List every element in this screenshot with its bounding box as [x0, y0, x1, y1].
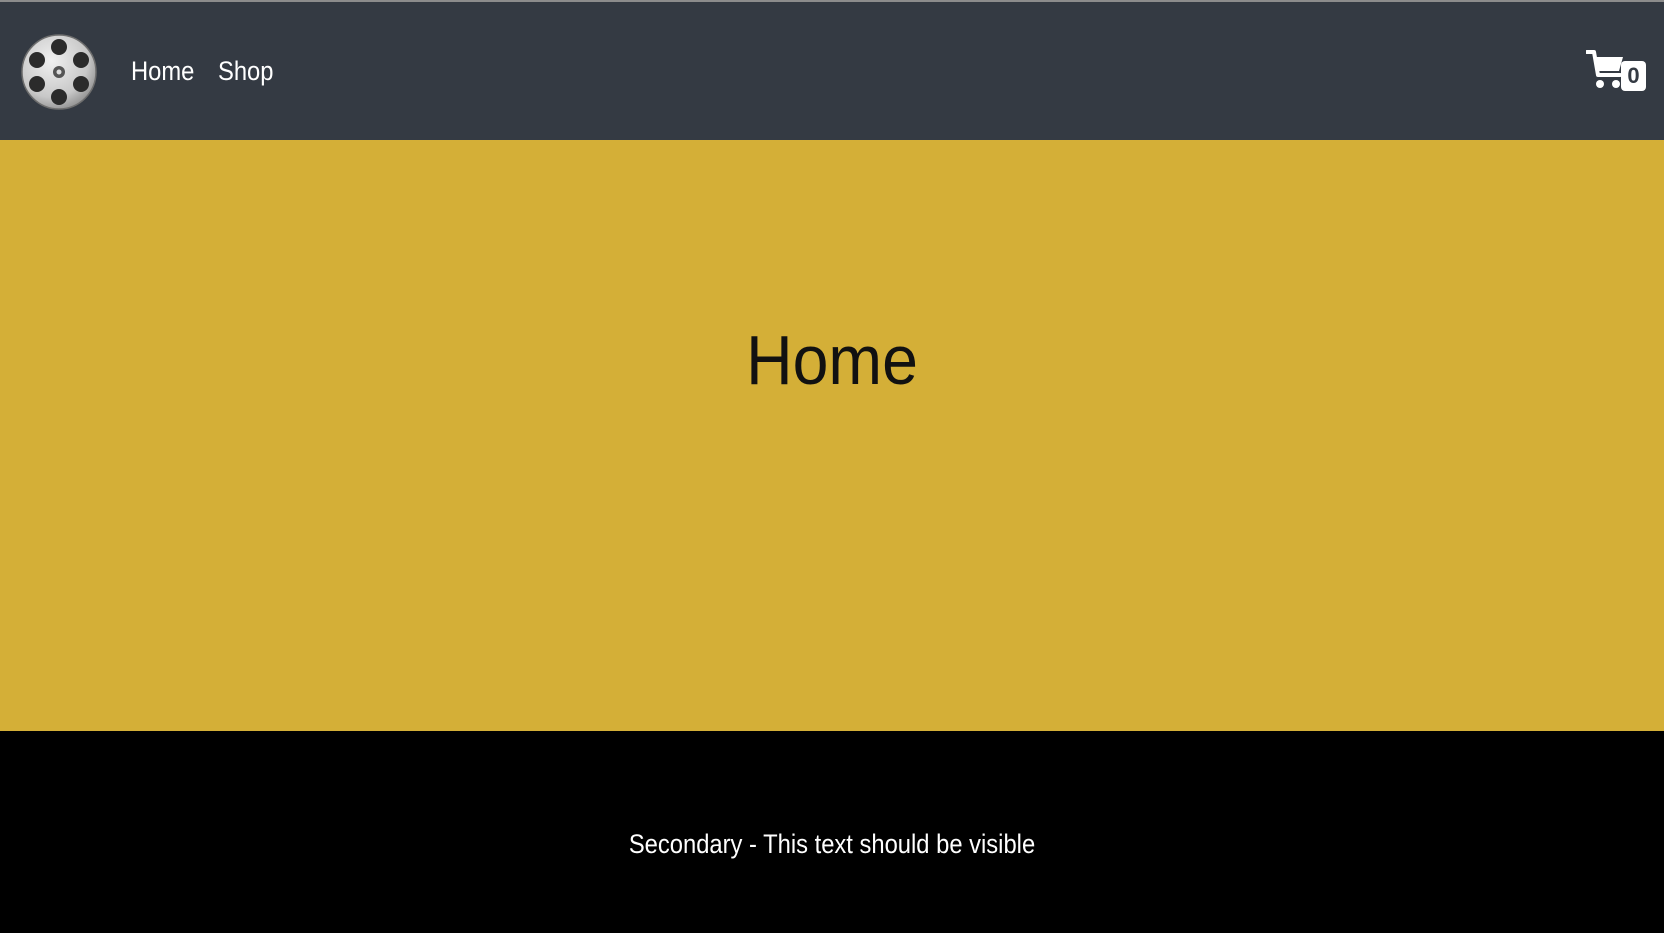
page: Home Shop 0 Home Secondary - This text s… [0, 0, 1664, 933]
film-reel-icon[interactable] [21, 26, 97, 118]
cart-button[interactable]: 0 [1585, 49, 1650, 95]
page-title: Home [746, 321, 918, 399]
nav-link-home[interactable]: Home [131, 56, 194, 87]
shopping-cart-icon [1585, 49, 1624, 91]
footer-text: Secondary - This text should be visible [628, 829, 1036, 859]
navbar: Home Shop 0 [0, 2, 1664, 140]
cart-count-badge: 0 [1621, 61, 1646, 91]
hero-section: Home [0, 140, 1664, 731]
footer: Secondary - This text should be visible [0, 731, 1664, 933]
nav-link-shop[interactable]: Shop [218, 56, 273, 87]
